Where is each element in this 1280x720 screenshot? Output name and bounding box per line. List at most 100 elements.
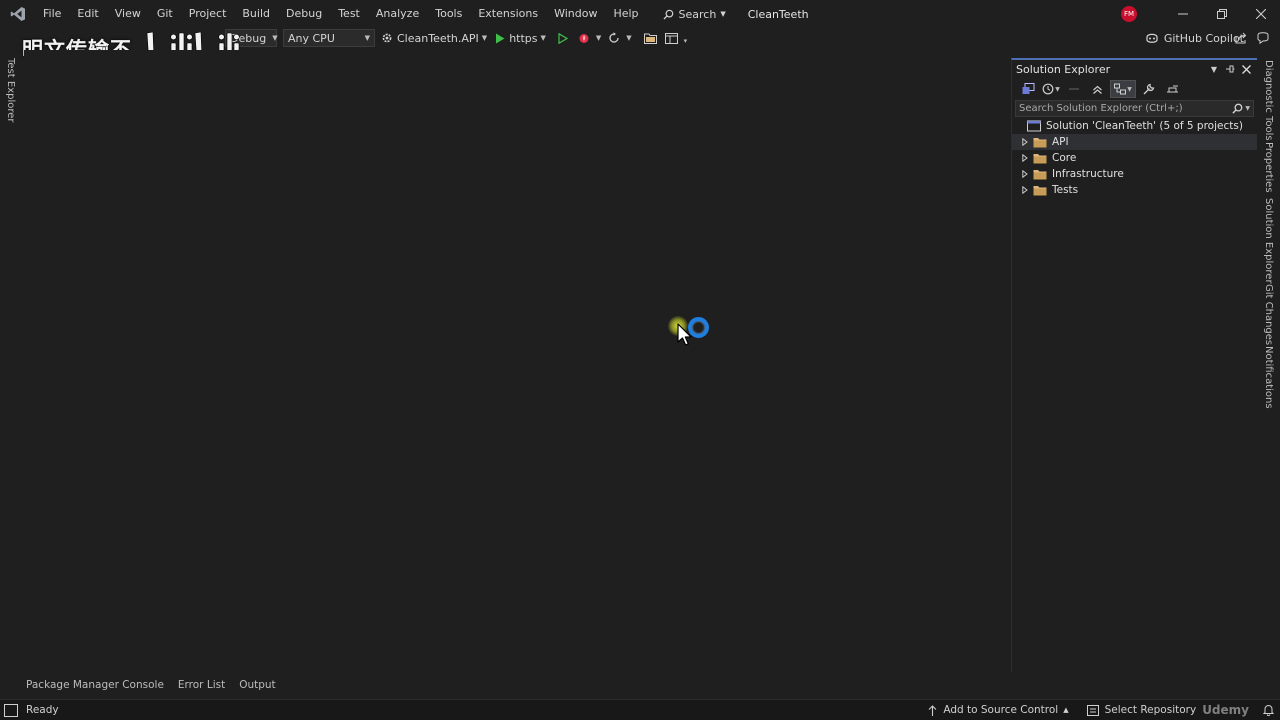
window-position-button[interactable]: ▼ <box>1207 62 1221 76</box>
platform-value: Any CPU <box>288 31 335 45</box>
startup-project-dropdown[interactable]: CleanTeeth.API ▼ <box>381 32 487 45</box>
play-icon <box>496 33 505 43</box>
tab-notifications[interactable]: Notifications <box>1263 346 1274 409</box>
tab-error-list[interactable]: Error List <box>176 679 227 691</box>
expand-arrow-icon[interactable] <box>1018 154 1032 162</box>
solution-explorer-panel: Solution Explorer ▼ ▼ ▼ Search Solution … <box>1011 58 1257 672</box>
solution-explorer-header: Solution Explorer ▼ <box>1012 60 1257 78</box>
sync-with-document-button <box>1064 80 1084 98</box>
repository-icon <box>1086 704 1099 716</box>
overflow-chevron-icon[interactable]: ▾ <box>684 37 688 45</box>
status-window-icon <box>4 703 18 717</box>
tab-test-explorer[interactable]: Test Explorer <box>5 58 16 123</box>
copilot-icon <box>1146 33 1158 43</box>
tab-git-changes[interactable]: Git Changes <box>1263 284 1274 345</box>
tree-folder-api[interactable]: API <box>1012 134 1257 150</box>
panel-title: Solution Explorer <box>1016 62 1111 76</box>
start-debugging-button[interactable]: https ▼ <box>495 32 546 45</box>
search-icon <box>662 9 673 20</box>
menu-extensions[interactable]: Extensions <box>470 0 546 28</box>
minimize-button[interactable] <box>1163 0 1202 28</box>
menu-debug[interactable]: Debug <box>278 0 330 28</box>
menu-tools[interactable]: Tools <box>427 0 470 28</box>
udemy-watermark: Udemy <box>1202 703 1249 717</box>
start-without-debugging-button[interactable] <box>554 29 572 47</box>
chevron-up-icon: ▲ <box>1063 706 1069 714</box>
folder-open-icon <box>644 33 658 44</box>
repository-label: Select Repository <box>1104 704 1197 716</box>
github-copilot-button[interactable]: GitHub Copilot <box>1145 28 1244 48</box>
share-icon <box>1235 32 1247 44</box>
menu-test[interactable]: Test <box>330 0 368 28</box>
close-button[interactable] <box>1241 0 1280 28</box>
add-to-source-control-button[interactable]: Add to Source Control ▲ <box>928 704 1069 716</box>
feedback-button[interactable] <box>1254 29 1272 47</box>
select-repository-button[interactable]: Select Repository <box>1086 704 1197 716</box>
search-options-button[interactable]: ▼ <box>1232 103 1250 114</box>
notifications-button[interactable] <box>1263 704 1274 716</box>
expand-arrow-icon[interactable] <box>1018 138 1032 146</box>
restore-button[interactable] <box>1202 0 1241 28</box>
share-button[interactable] <box>1232 29 1250 47</box>
preview-selected-items-button[interactable] <box>1162 80 1182 98</box>
restart-button[interactable] <box>605 29 623 47</box>
tab-output[interactable]: Output <box>237 679 277 691</box>
chevron-down-icon: ▼ <box>1055 85 1060 93</box>
hot-reload-flame-icon <box>579 34 589 43</box>
tree-solution-node[interactable]: Solution 'CleanTeeth' (5 of 5 projects) <box>1012 118 1257 134</box>
tree-folder-core[interactable]: Core <box>1012 150 1257 166</box>
play-outline-icon <box>558 32 568 44</box>
global-search-button[interactable]: Search ▼ <box>657 8 732 21</box>
auto-hide-button[interactable] <box>1223 62 1237 76</box>
bell-icon <box>1263 705 1274 716</box>
tree-folder-tests[interactable]: Tests <box>1012 182 1257 198</box>
menu-git[interactable]: Git <box>149 0 181 28</box>
close-icon <box>1255 9 1266 19</box>
folder-icon <box>1032 151 1048 165</box>
tab-properties[interactable]: Properties <box>1263 142 1274 193</box>
chevron-down-icon: ▼ <box>540 34 546 42</box>
menu-window[interactable]: Window <box>546 0 605 28</box>
show-all-files-button[interactable]: ▼ <box>1110 80 1136 98</box>
editor-area[interactable] <box>24 50 1010 672</box>
expand-arrow-icon[interactable] <box>1018 170 1032 178</box>
account-avatar[interactable]: FM <box>1121 6 1137 22</box>
refresh-icon <box>609 32 619 43</box>
menu-analyze[interactable]: Analyze <box>368 0 427 28</box>
expand-arrow-icon[interactable] <box>1018 186 1032 194</box>
menu-edit[interactable]: Edit <box>69 0 106 28</box>
switch-views-button[interactable] <box>1018 80 1038 98</box>
tree-folder-infrastructure[interactable]: Infrastructure <box>1012 166 1257 182</box>
solution-search-input[interactable] <box>1019 103 1229 114</box>
menu-view[interactable]: View <box>107 0 149 28</box>
launch-profile-label: https <box>509 31 538 45</box>
cursor-arrow-icon <box>677 323 692 346</box>
pending-changes-filter-button[interactable]: ▼ <box>1041 80 1061 98</box>
tab-package-manager-console[interactable]: Package Manager Console <box>24 679 166 691</box>
folder-label: Infrastructure <box>1052 168 1124 180</box>
solution-platform-dropdown[interactable]: Any CPU ▼ <box>283 29 375 47</box>
close-panel-button[interactable] <box>1239 62 1253 76</box>
switch-views-icon <box>1022 83 1034 94</box>
collapse-all-button[interactable] <box>1087 80 1107 98</box>
chevron-down-icon[interactable]: ▼ <box>626 34 631 42</box>
menu-build[interactable]: Build <box>234 0 278 28</box>
solution-search-box: ▼ <box>1015 100 1254 117</box>
browse-folder-button[interactable] <box>642 29 660 47</box>
toolbar-options-button[interactable] <box>663 29 681 47</box>
solution-label: Solution 'CleanTeeth' (5 of 5 projects) <box>1046 120 1243 132</box>
menu-file[interactable]: File <box>35 0 69 28</box>
menu-help[interactable]: Help <box>605 0 646 28</box>
menu-project[interactable]: Project <box>181 0 235 28</box>
hot-reload-button[interactable] <box>575 29 593 47</box>
chevron-down-icon: ▼ <box>720 10 726 18</box>
tab-diagnostic-tools[interactable]: Diagnostic Tools <box>1263 60 1274 141</box>
chevron-down-icon: ▼ <box>1210 64 1218 74</box>
mouse-cursor <box>668 314 714 356</box>
wrench-icon <box>1143 83 1155 95</box>
panel-header-buttons: ▼ <box>1205 62 1253 76</box>
properties-button[interactable] <box>1139 80 1159 98</box>
chevron-down-icon[interactable]: ▼ <box>596 34 601 42</box>
visual-studio-logo-icon <box>9 5 27 23</box>
tab-solution-explorer[interactable]: Solution Explorer <box>1263 198 1274 284</box>
